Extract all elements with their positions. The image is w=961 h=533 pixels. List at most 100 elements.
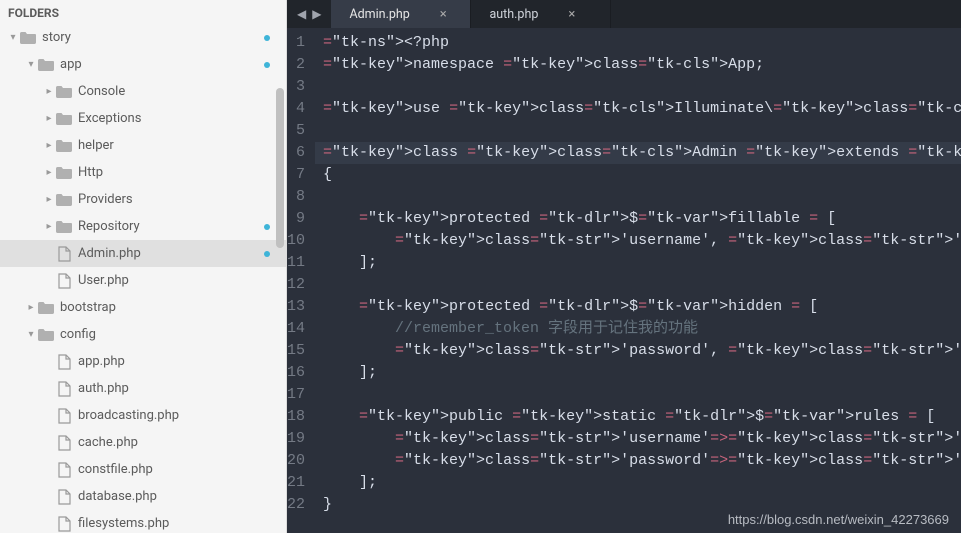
line-number[interactable]: 22: [287, 494, 305, 516]
tree-item[interactable]: Admin.php: [0, 240, 286, 267]
chevron-down-icon[interactable]: ▾: [26, 329, 36, 340]
folder-icon: [56, 111, 72, 127]
code-line[interactable]: ];: [323, 362, 961, 384]
tree-item-label: filesystems.php: [78, 516, 274, 531]
tree-item[interactable]: ▸ Providers: [0, 186, 286, 213]
line-number[interactable]: 10: [287, 230, 305, 252]
close-icon[interactable]: ×: [440, 7, 447, 22]
tree-item-label: app.php: [78, 354, 274, 369]
line-number[interactable]: 9: [287, 208, 305, 230]
code-line[interactable]: ="tk-key">protected ="tk-dlr">$="tk-var"…: [323, 296, 961, 318]
file-icon: [56, 462, 72, 478]
file-icon: [56, 408, 72, 424]
code-content[interactable]: ="tk-ns"><?php="tk-key">namespace ="tk-k…: [315, 28, 961, 533]
line-number[interactable]: 3: [287, 76, 305, 98]
line-number[interactable]: 11: [287, 252, 305, 274]
line-number[interactable]: 18: [287, 406, 305, 428]
line-number[interactable]: 16: [287, 362, 305, 384]
tree-item-label: User.php: [78, 273, 274, 288]
line-number[interactable]: 20: [287, 450, 305, 472]
tree-item-label: Providers: [78, 192, 274, 207]
code-line[interactable]: ="tk-key">class ="tk-key">class="tk-cls"…: [315, 142, 961, 164]
chevron-right-icon[interactable]: ▸: [44, 113, 54, 124]
tree-item[interactable]: ▾config: [0, 321, 286, 348]
modified-dot-icon: [264, 251, 270, 257]
editor-tab[interactable]: auth.php×: [471, 0, 611, 28]
file-tree: ▾story▾app▸Console▸Exceptions▸helper▸Htt…: [0, 24, 286, 533]
code-line[interactable]: ="tk-key">class="tk-str">'password', ="t…: [323, 340, 961, 362]
code-line[interactable]: [323, 186, 961, 208]
line-number[interactable]: 13: [287, 296, 305, 318]
code-line[interactable]: {: [323, 164, 961, 186]
code-line[interactable]: ="tk-key">protected ="tk-dlr">$="tk-var"…: [323, 208, 961, 230]
code-line[interactable]: ];: [323, 472, 961, 494]
line-number[interactable]: 15: [287, 340, 305, 362]
line-number[interactable]: 14: [287, 318, 305, 340]
code-line[interactable]: ="tk-key">class="tk-str">'username', ="t…: [323, 230, 961, 252]
tree-item[interactable]: filesystems.php: [0, 510, 286, 533]
tab-nav-arrows[interactable]: ◀ ▶: [287, 0, 331, 28]
code-line[interactable]: [323, 76, 961, 98]
code-line[interactable]: ="tk-ns"><?php: [323, 32, 961, 54]
tree-item[interactable]: auth.php: [0, 375, 286, 402]
code-area[interactable]: 12345678910111213141516171819202122 ="tk…: [287, 28, 961, 533]
line-number[interactable]: 5: [287, 120, 305, 142]
chevron-down-icon[interactable]: ▾: [26, 59, 36, 70]
close-icon[interactable]: ×: [568, 7, 575, 22]
tree-item[interactable]: cache.php: [0, 429, 286, 456]
folder-icon: [56, 138, 72, 154]
tree-item[interactable]: ▸ helper: [0, 132, 286, 159]
modified-dot-icon: [264, 62, 270, 68]
tab-bar: ◀ ▶ Admin.php×auth.php×: [287, 0, 961, 28]
chevron-down-icon[interactable]: ▾: [8, 32, 18, 43]
line-number[interactable]: 21: [287, 472, 305, 494]
nav-left-icon[interactable]: ◀: [297, 7, 306, 21]
line-number[interactable]: 8: [287, 186, 305, 208]
tree-item[interactable]: constfile.php: [0, 456, 286, 483]
line-number[interactable]: 4: [287, 98, 305, 120]
chevron-right-icon[interactable]: ▸: [26, 302, 36, 313]
chevron-right-icon[interactable]: ▸: [44, 194, 54, 205]
tree-item[interactable]: ▸Exceptions: [0, 105, 286, 132]
editor-tab[interactable]: Admin.php×: [331, 0, 471, 28]
code-line[interactable]: [323, 120, 961, 142]
tree-item[interactable]: broadcasting.php: [0, 402, 286, 429]
tree-item[interactable]: database.php: [0, 483, 286, 510]
modified-dot-icon: [264, 35, 270, 41]
code-line[interactable]: ="tk-key">namespace ="tk-key">class="tk-…: [323, 54, 961, 76]
tree-item-label: Http: [78, 165, 274, 180]
chevron-right-icon[interactable]: ▸: [44, 221, 54, 232]
folder-icon: [20, 30, 36, 46]
tree-item[interactable]: ▾story: [0, 24, 286, 51]
tree-item-label: Repository: [78, 219, 264, 234]
file-icon: [56, 516, 72, 532]
code-line[interactable]: ="tk-key">class="tk-str">'password'=>="t…: [323, 450, 961, 472]
nav-right-icon[interactable]: ▶: [312, 7, 321, 21]
line-number[interactable]: 12: [287, 274, 305, 296]
sidebar-scrollbar-thumb[interactable]: [276, 88, 284, 248]
line-number[interactable]: 19: [287, 428, 305, 450]
chevron-right-icon[interactable]: ▸: [44, 86, 54, 97]
chevron-right-icon[interactable]: ▸: [44, 167, 54, 178]
tree-item[interactable]: ▸Console: [0, 78, 286, 105]
tree-item-label: helper: [78, 138, 274, 153]
code-line[interactable]: [323, 384, 961, 406]
code-line[interactable]: //remember_token 字段用于记住我的功能: [323, 318, 961, 340]
code-line[interactable]: ="tk-key">public ="tk-key">static ="tk-d…: [323, 406, 961, 428]
line-number[interactable]: 1: [287, 32, 305, 54]
tree-item[interactable]: ▸ Http: [0, 159, 286, 186]
tree-item[interactable]: User.php: [0, 267, 286, 294]
code-line[interactable]: ];: [323, 252, 961, 274]
code-line[interactable]: [323, 274, 961, 296]
tree-item[interactable]: ▾app: [0, 51, 286, 78]
line-number[interactable]: 6: [287, 142, 305, 164]
line-number[interactable]: 17: [287, 384, 305, 406]
code-line[interactable]: ="tk-key">class="tk-str">'username'=>="t…: [323, 428, 961, 450]
line-number[interactable]: 7: [287, 164, 305, 186]
tree-item[interactable]: ▸bootstrap: [0, 294, 286, 321]
line-number[interactable]: 2: [287, 54, 305, 76]
tree-item[interactable]: ▸ Repository: [0, 213, 286, 240]
code-line[interactable]: ="tk-key">use ="tk-key">class="tk-cls">I…: [323, 98, 961, 120]
chevron-right-icon[interactable]: ▸: [44, 140, 54, 151]
tree-item[interactable]: app.php: [0, 348, 286, 375]
